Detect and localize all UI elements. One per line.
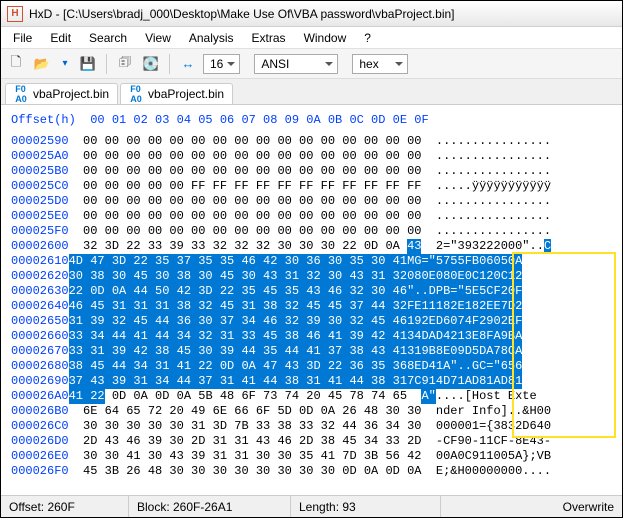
status-blank (441, 496, 555, 517)
menu-search[interactable]: Search (81, 29, 135, 47)
status-block: Block: 260F-26A1 (129, 496, 291, 517)
status-bar: Offset: 260F Block: 260F-26A1 Length: 93… (1, 495, 622, 517)
status-mode: Overwrite (555, 496, 622, 517)
open-file-icon[interactable]: 📂 (31, 53, 53, 75)
status-offset: Offset: 260F (1, 496, 129, 517)
menu-edit[interactable]: Edit (42, 29, 79, 47)
menu-extras[interactable]: Extras (244, 29, 294, 47)
ram-icon[interactable]: 🗊 (114, 53, 136, 75)
arrows-icon[interactable]: ↔ (177, 53, 199, 75)
menu-window[interactable]: Window (296, 29, 355, 47)
open-recent-icon[interactable]: ▾ (57, 53, 73, 75)
menu-view[interactable]: View (137, 29, 179, 47)
menu-file[interactable]: File (5, 29, 40, 47)
save-icon[interactable]: 💾 (77, 53, 99, 75)
toolbar: 🗋 📂 ▾ 💾 🗊 💽 ↔ 16 ANSI hex (1, 49, 622, 79)
title-bar: H HxD - [C:\Users\bradj_000\Desktop\Make… (1, 1, 622, 27)
tab-icon: F0A0 (14, 87, 28, 101)
tab-label: vbaProject.bin (148, 87, 224, 101)
encoding-select[interactable]: ANSI (254, 54, 338, 74)
disk-icon[interactable]: 💽 (140, 53, 162, 75)
window-title: HxD - [C:\Users\bradj_000\Desktop\Make U… (29, 7, 455, 21)
app-icon: H (7, 6, 23, 22)
bytes-per-row-select[interactable]: 16 (203, 54, 240, 74)
menu-help[interactable]: ? (356, 29, 379, 47)
tab-file-2[interactable]: F0A0 vbaProject.bin (120, 83, 233, 104)
tab-bar: F0A0 vbaProject.bin F0A0 vbaProject.bin (1, 79, 622, 105)
separator (169, 54, 170, 74)
status-length: Length: 93 (291, 496, 441, 517)
menu-bar: File Edit Search View Analysis Extras Wi… (1, 27, 622, 49)
separator (106, 54, 107, 74)
menu-analysis[interactable]: Analysis (181, 29, 242, 47)
new-file-icon[interactable]: 🗋 (5, 53, 27, 75)
tab-label: vbaProject.bin (33, 87, 109, 101)
hex-editor-content[interactable]: Offset(h) 00 01 02 03 04 05 06 07 08 09 … (1, 105, 622, 493)
tab-file-1[interactable]: F0A0 vbaProject.bin (5, 83, 118, 104)
base-select[interactable]: hex (352, 54, 408, 74)
tab-icon: F0A0 (129, 87, 143, 101)
